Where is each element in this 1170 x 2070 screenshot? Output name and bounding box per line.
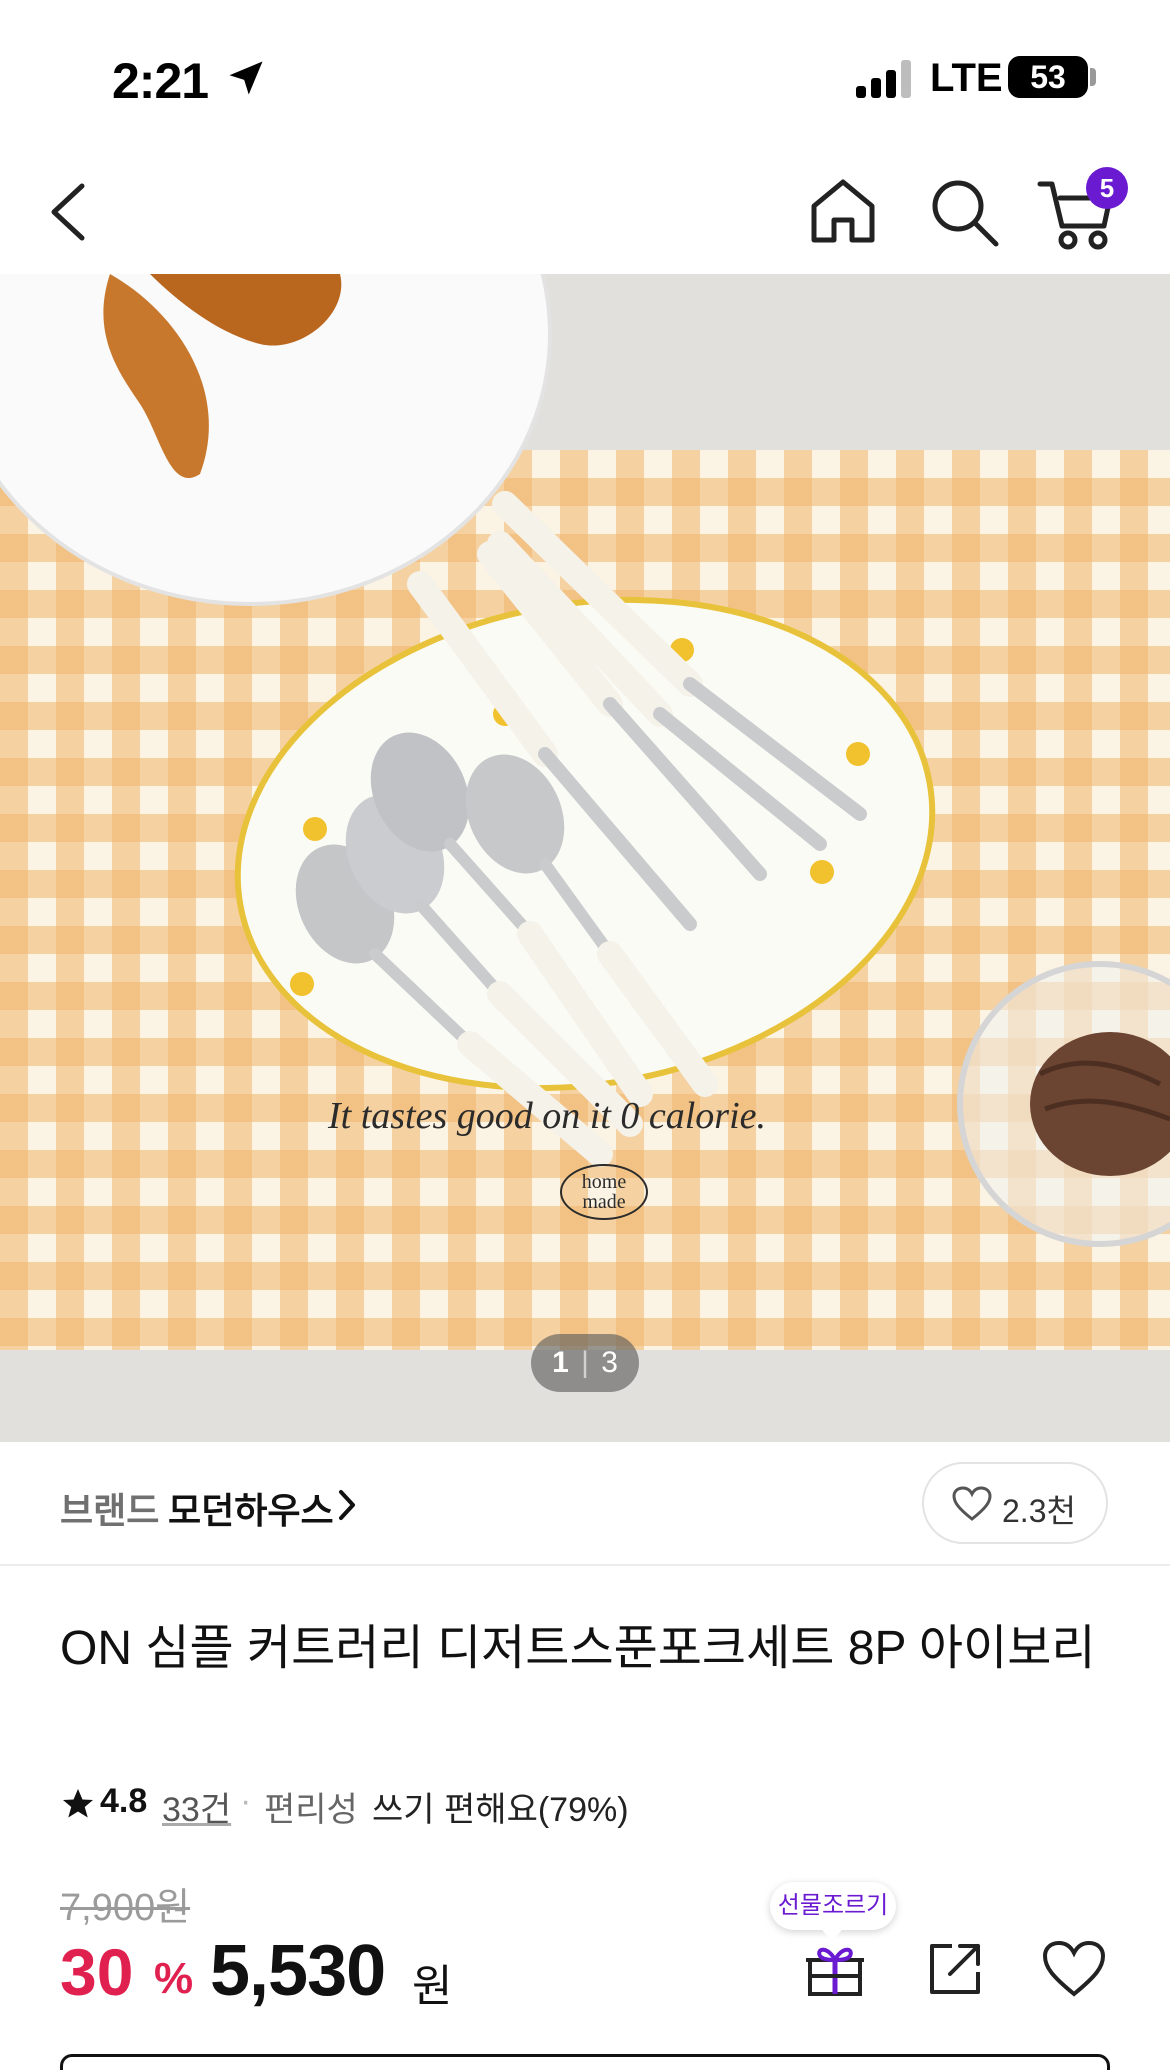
discount-unit: % [154, 1954, 194, 2003]
separator-dot: · [240, 1782, 252, 1820]
battery-tip [1090, 68, 1096, 86]
status-time: 2:21 [112, 53, 209, 109]
share-icon[interactable] [926, 1940, 984, 1998]
brand-row: 브랜드 모던하우스 2.3천 [0, 1442, 1170, 1566]
placemat-logo: home made [560, 1164, 648, 1220]
star-icon [60, 1786, 96, 1822]
wishlist-heart-icon[interactable] [1042, 1940, 1106, 1998]
rating-score: 4.8 [100, 1782, 148, 1820]
gift-request-tooltip: 선물조르기 [770, 1882, 896, 1940]
back-chevron-icon[interactable] [44, 180, 94, 244]
currency-unit: 원 [412, 1962, 453, 2011]
feature-value: 쓰기 편해요(79%) [372, 1791, 629, 1829]
page-separator: | [581, 1346, 589, 1379]
sale-price: 5,530 [210, 1931, 386, 2011]
status-bar: 2:21 LTE 53 [0, 0, 1170, 140]
top-nav-bar [0, 140, 1170, 274]
discount-rate: 30 [60, 1935, 134, 2009]
product-title: ON 심플 커트러리 디저트스푼포크세트 8P 아이보리 [60, 1622, 1096, 1675]
placemat-caption: It tastes good on it 0 calorie. [328, 1095, 767, 1137]
current-page: 1 [552, 1346, 569, 1379]
like-count: 2.3천 [1002, 1493, 1076, 1529]
signal-icon [856, 60, 914, 98]
brand-label: 브랜드 [60, 1490, 160, 1531]
rating-row: 4.8 33건 · 편리성 쓰기 편해요(79%) [60, 1782, 1110, 1830]
product-photo [0, 274, 1170, 1247]
total-pages: 3 [601, 1346, 618, 1379]
home-icon[interactable] [808, 176, 878, 246]
option-select-box[interactable] [60, 2054, 1110, 2070]
battery-icon: 53 [1008, 56, 1088, 98]
battery-level: 53 [1030, 59, 1066, 95]
location-arrow-icon [229, 61, 263, 95]
cart-count-badge: 5 [1086, 167, 1128, 209]
search-icon[interactable] [928, 176, 1000, 248]
review-count-link[interactable]: 33건 [162, 1782, 231, 1831]
product-image-gallery[interactable]: It tastes good on it 0 calorie. home mad… [0, 274, 1170, 1442]
heart-outline-icon [952, 1486, 992, 1521]
brand-name-link[interactable]: 모던하우스 [168, 1482, 334, 1534]
original-price: 7,900원 [60, 1887, 191, 1929]
network-label: LTE [930, 56, 1003, 100]
feature-label: 편리성 [264, 1791, 358, 1829]
chevron-right-icon[interactable] [336, 1488, 358, 1522]
like-button[interactable]: 2.3천 [922, 1462, 1108, 1544]
gift-icon[interactable] [804, 1938, 866, 2000]
image-page-indicator: 1 | 3 [531, 1334, 639, 1392]
